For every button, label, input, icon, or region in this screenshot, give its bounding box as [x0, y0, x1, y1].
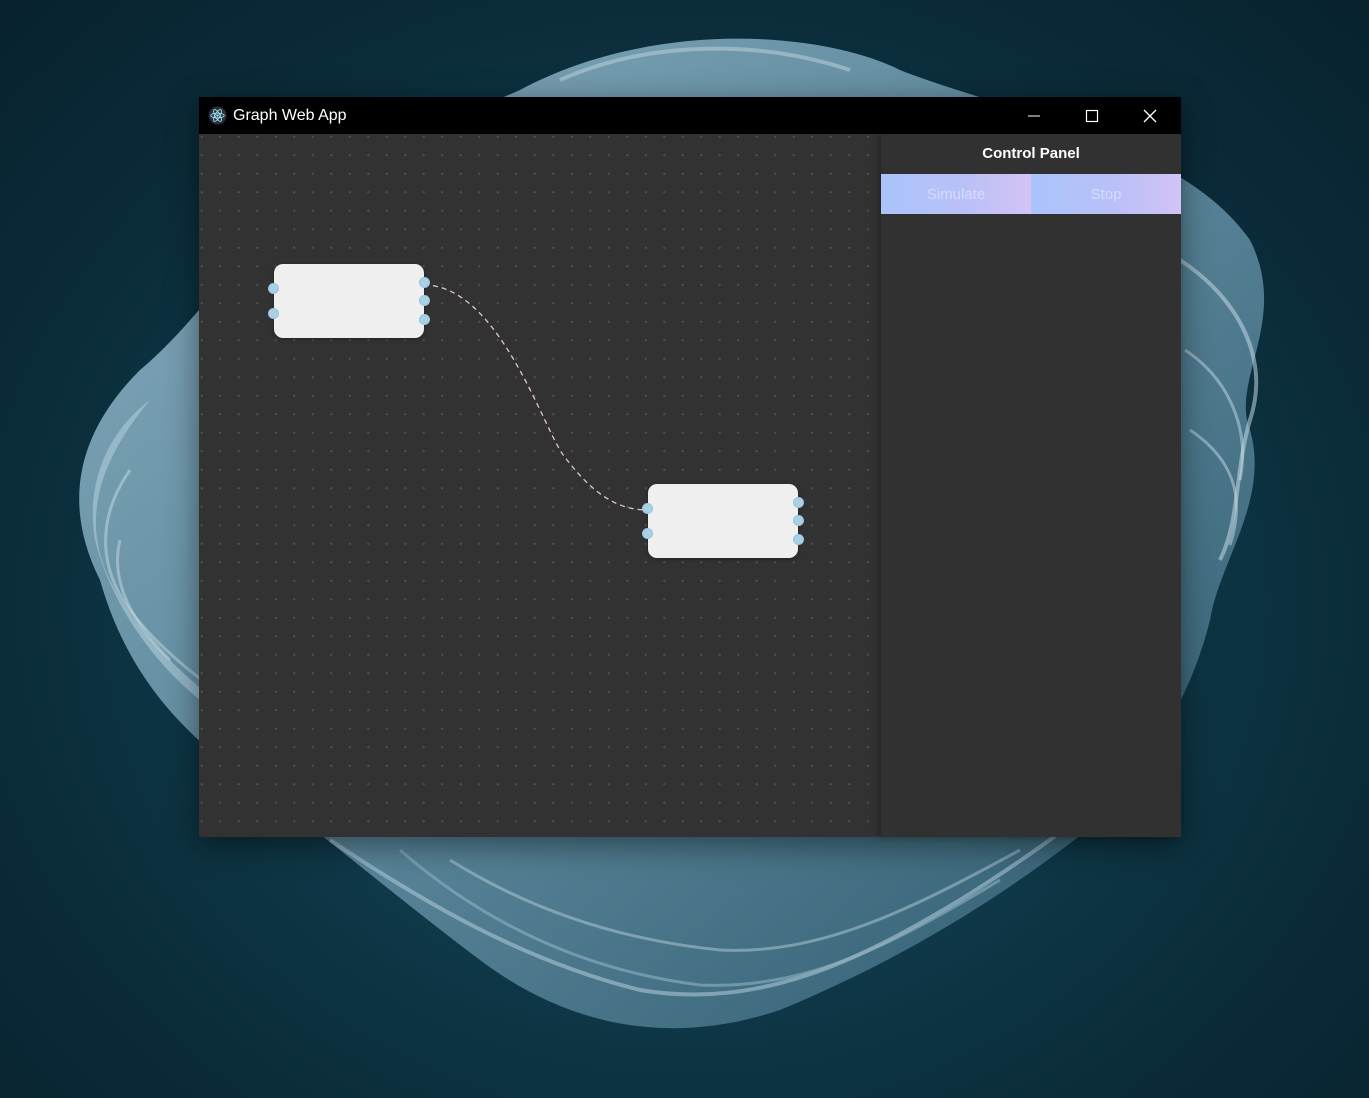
- control-panel-title: Control Panel: [982, 145, 1080, 162]
- maximize-button[interactable]: [1063, 97, 1121, 134]
- control-panel: Control Panel Simulate Stop: [881, 134, 1181, 837]
- node-input-port[interactable]: [268, 308, 279, 319]
- node-output-port[interactable]: [793, 515, 804, 526]
- close-icon: [1143, 109, 1157, 122]
- graph-node[interactable]: [642, 484, 804, 558]
- close-button[interactable]: [1121, 97, 1179, 134]
- simulate-button[interactable]: Simulate: [881, 174, 1031, 214]
- minimize-button[interactable]: [1005, 97, 1063, 134]
- graph-node[interactable]: [268, 264, 430, 338]
- node-input-port[interactable]: [642, 503, 653, 514]
- stop-button[interactable]: Stop: [1031, 174, 1181, 214]
- graph-edge[interactable]: [423, 284, 649, 511]
- window-title: Graph Web App: [233, 107, 347, 124]
- maximize-icon: [1085, 109, 1099, 122]
- minimize-icon: [1028, 115, 1040, 116]
- node-output-port[interactable]: [419, 277, 430, 288]
- graph-canvas[interactable]: [199, 134, 881, 837]
- node-output-port[interactable]: [419, 295, 430, 306]
- node-input-port[interactable]: [268, 283, 279, 294]
- node-output-port[interactable]: [793, 534, 804, 545]
- node-input-port[interactable]: [642, 528, 653, 539]
- title-bar[interactable]: Graph Web App: [199, 97, 1181, 134]
- node-output-port[interactable]: [419, 314, 430, 325]
- node-output-port[interactable]: [793, 497, 804, 508]
- electron-app-icon: [208, 106, 227, 125]
- app-window: Graph Web App Control Panel Simulate Sto…: [199, 97, 1181, 837]
